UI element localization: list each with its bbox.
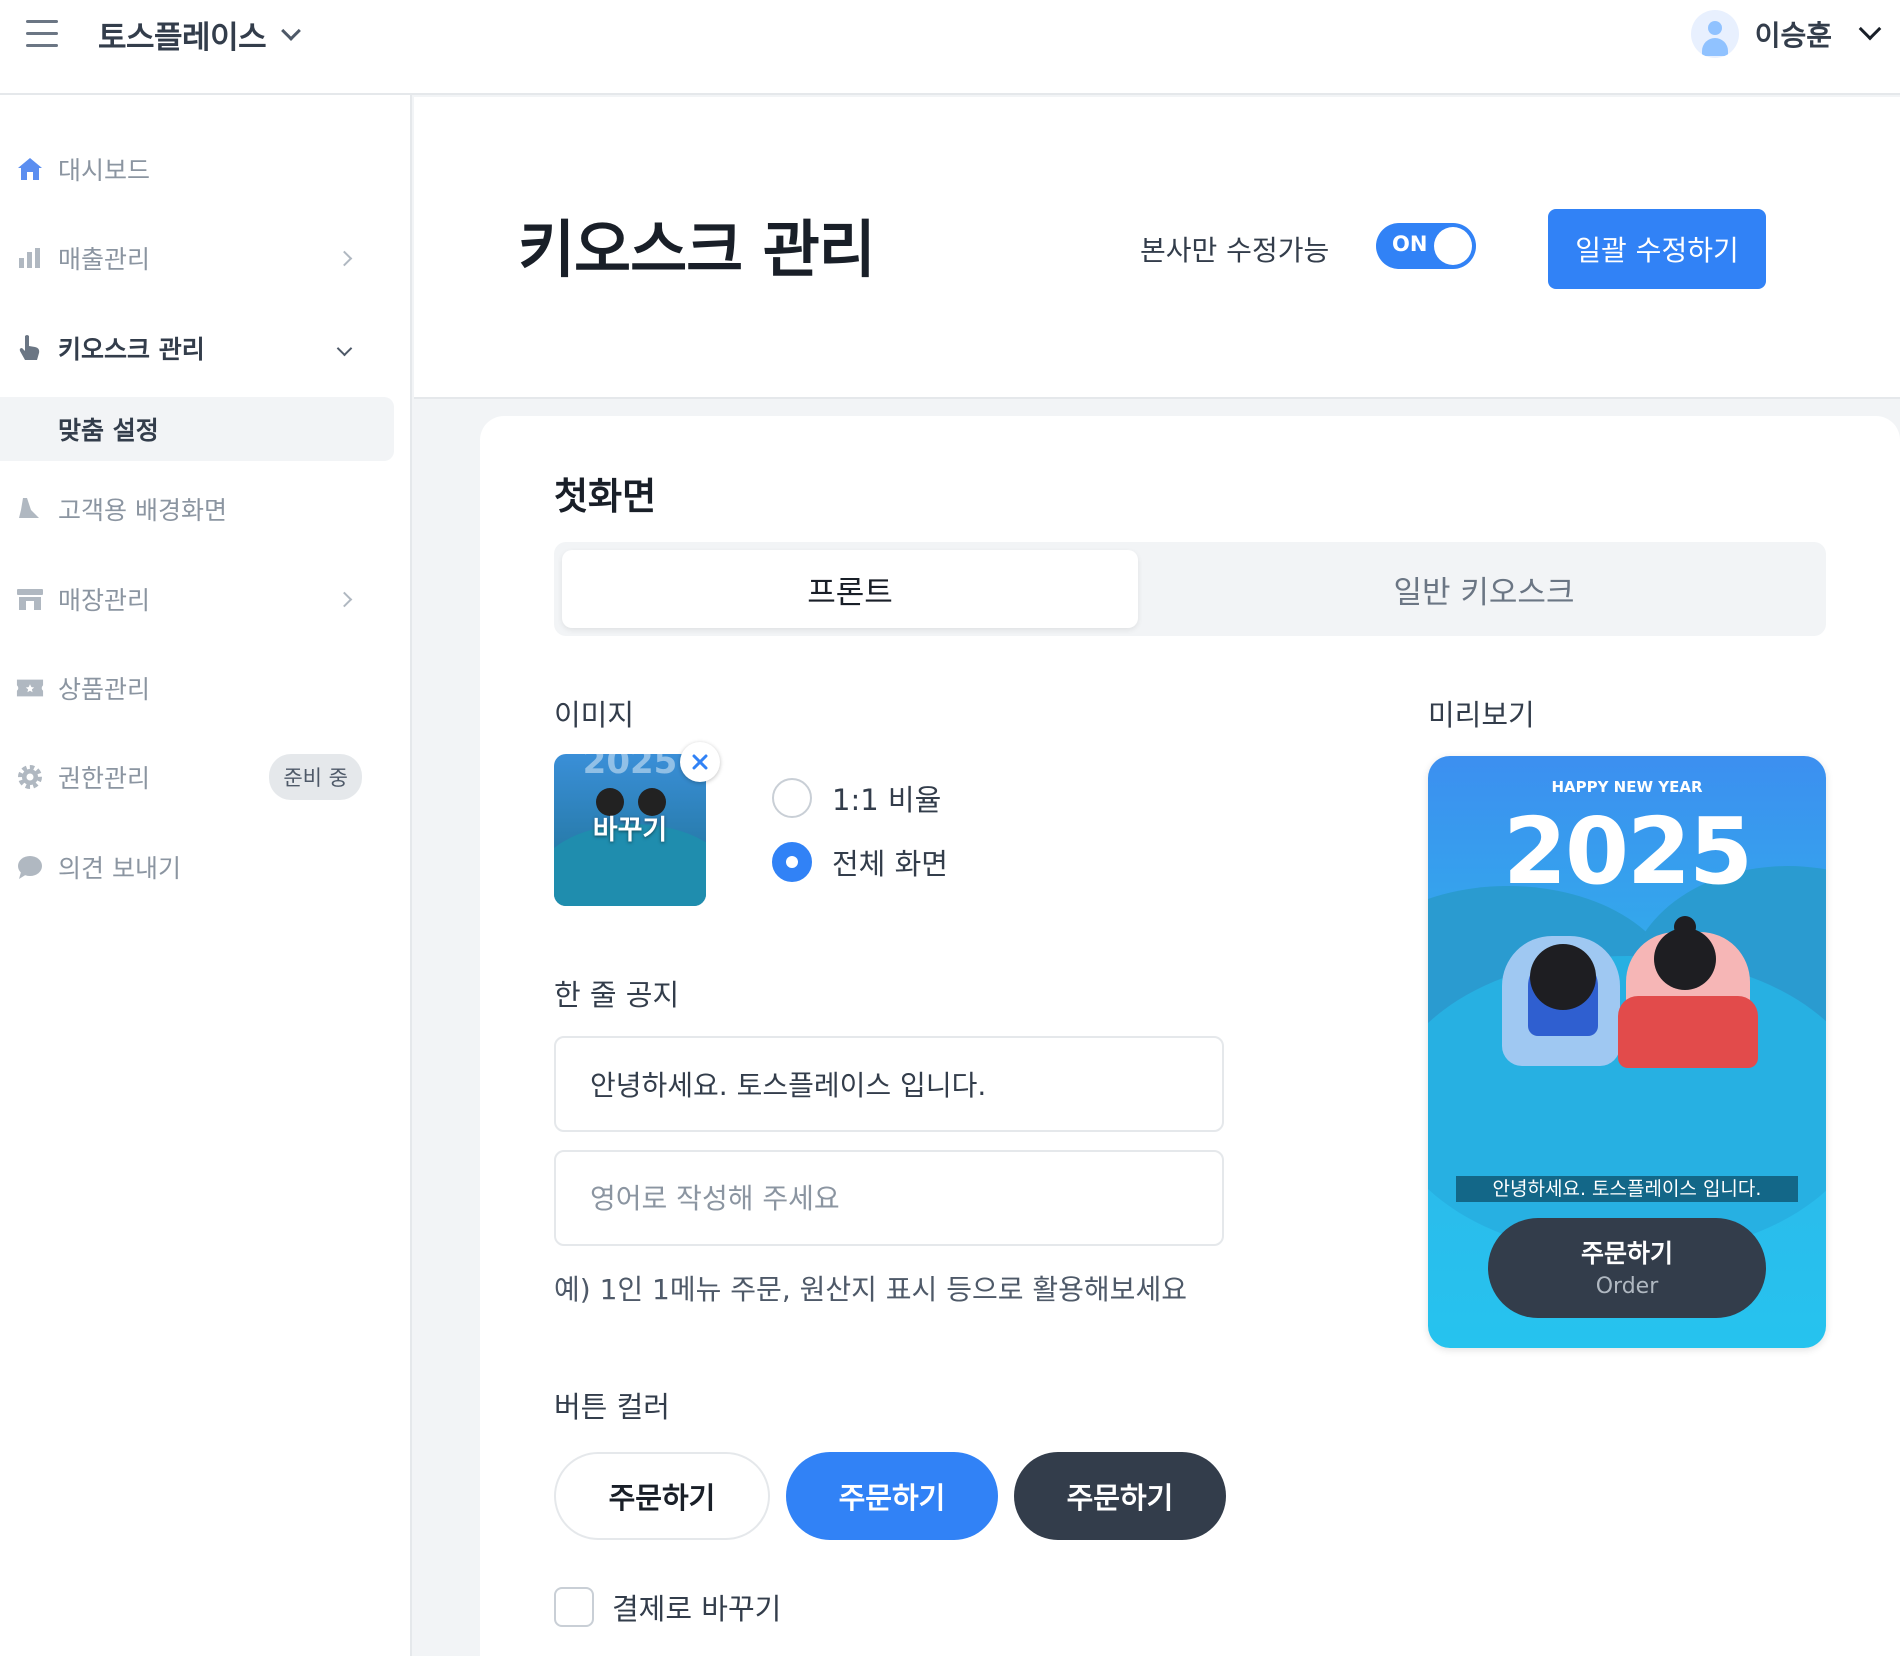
sidebar-item-label: 권한관리 [58,764,151,793]
radio-label: 전체 화면 [832,847,948,881]
sidebar-item-customer-background[interactable]: 고객용 배경화면 [0,479,410,539]
workspace-selector[interactable]: 토스플레이스 [98,12,302,57]
sidebar-item-label: 상품관리 [58,675,151,704]
tab-general-kiosk[interactable]: 일반 키오스크 [1150,550,1818,628]
sidebar-item-label: 대시보드 [58,156,151,185]
chevron-right-icon [336,591,353,607]
radio-button[interactable] [772,842,812,882]
ticket-icon [16,674,44,702]
button-color-label: 버튼 컬러 [554,1390,670,1424]
button-color-dark-option[interactable]: 주문하기 [1014,1452,1226,1540]
chevron-right-icon [336,250,353,266]
chevron-down-icon [281,20,302,41]
checkbox[interactable] [554,1587,594,1627]
preview-year: 2025 [1502,798,1753,905]
radio-label: 1:1 비율 [832,783,942,817]
image-label: 이미지 [554,698,635,732]
toggle-text: ON [1392,232,1428,256]
sidebar-item-products[interactable]: 상품관리 [0,658,410,718]
change-image-label: 바꾸기 [592,815,668,846]
kiosk-type-tabs: 프론트 일반 키오스크 [554,542,1826,636]
chevron-down-icon [336,340,353,356]
preview-order-english-label: Order [1595,1274,1659,1299]
bar-chart-icon [16,244,44,272]
brush-icon [16,495,44,523]
avatar [1690,10,1739,58]
english-notice-input[interactable] [554,1150,1224,1246]
user-menu[interactable]: 이승훈 [1690,10,1882,58]
preview-order-label: 주문하기 [1580,1239,1673,1268]
ratio-option-square[interactable]: 1:1 비율 [772,777,941,819]
sidebar-item-label: 매출관리 [58,245,151,274]
sidebar-item-dashboard[interactable]: 대시보드 [0,139,410,199]
toggle-knob [1434,227,1472,265]
sidebar-item-label: 키오스크 관리 [58,335,205,364]
bulk-edit-button[interactable]: 일괄 수정하기 [1548,209,1766,289]
checkbox-label: 결제로 바꾸기 [612,1592,782,1626]
change-to-payment-option[interactable]: 결제로 바꾸기 [554,1586,781,1628]
section-title: 첫화면 [554,475,657,518]
chat-bubble-icon [16,853,44,881]
radio-button[interactable] [772,778,812,818]
permission-toggle[interactable]: ON [1376,223,1476,269]
remove-image-button[interactable] [680,742,720,782]
notice-input[interactable] [554,1036,1224,1132]
notice-label: 한 줄 공지 [554,978,680,1012]
sidebar-item-permissions[interactable]: 권한관리 준비 중 [0,747,410,807]
gear-icon [16,763,44,791]
top-bar: 토스플레이스 이승훈 [0,0,1900,95]
sidebar-item-feedback[interactable]: 의견 보내기 [0,837,410,897]
settings-card: 첫화면 프론트 일반 키오스크 이미지 2025 바꾸기 1:1 비율 전체 화… [480,416,1900,1656]
kiosk-preview: HAPPY NEW YEAR 2025 안녕하세요. 토스플레이스 입니다. 주… [1428,756,1826,1348]
sidebar-item-store[interactable]: 매장관리 [0,569,410,629]
sidebar-item-label: 매장관리 [58,586,151,615]
preview-subtitle: HAPPY NEW YEAR [1551,778,1703,796]
sidebar-item-sales[interactable]: 매출관리 [0,228,410,288]
sidebar-item-kiosk[interactable]: 키오스크 관리 [0,318,410,378]
ratio-option-fullscreen[interactable]: 전체 화면 [772,841,948,883]
home-icon [16,155,44,183]
button-color-white-option[interactable]: 주문하기 [554,1452,770,1540]
page-header: 키오스크 관리 본사만 수정가능 ON 일괄 수정하기 [414,97,1900,399]
sidebar-item-label: 맞춤 설정 [58,416,159,445]
sidebar-item-label: 의견 보내기 [58,854,181,883]
preview-label: 미리보기 [1428,698,1535,732]
tab-front[interactable]: 프론트 [562,550,1138,628]
sidebar-subitem-custom-settings[interactable]: 맞춤 설정 [0,397,394,461]
sidebar-item-label: 고객용 배경화면 [58,496,227,525]
notice-hint: 예) 1인 1메뉴 주문, 원산지 표시 등으로 활용해보세요 [554,1273,1187,1306]
store-icon [16,585,44,613]
preview-order-button: 주문하기 Order [1488,1218,1766,1318]
preview-notice: 안녕하세요. 토스플레이스 입니다. [1456,1176,1798,1202]
workspace-name: 토스플레이스 [98,20,267,56]
hamburger-menu-icon[interactable] [26,20,58,50]
user-name: 이승훈 [1754,19,1832,52]
chevron-down-icon [1858,17,1882,41]
page-title: 키오스크 관리 [518,213,876,286]
close-icon [692,754,708,770]
hand-pointer-icon [16,334,44,362]
button-color-blue-option[interactable]: 주문하기 [786,1452,998,1540]
sidebar: 대시보드 매출관리 키오스크 관리 맞춤 설정 고객용 배경화면 매장관리 상품 [0,95,412,1656]
status-badge: 준비 중 [269,754,362,800]
permission-label: 본사만 수정가능 [1140,234,1330,267]
image-thumbnail[interactable]: 2025 바꾸기 [554,754,706,906]
